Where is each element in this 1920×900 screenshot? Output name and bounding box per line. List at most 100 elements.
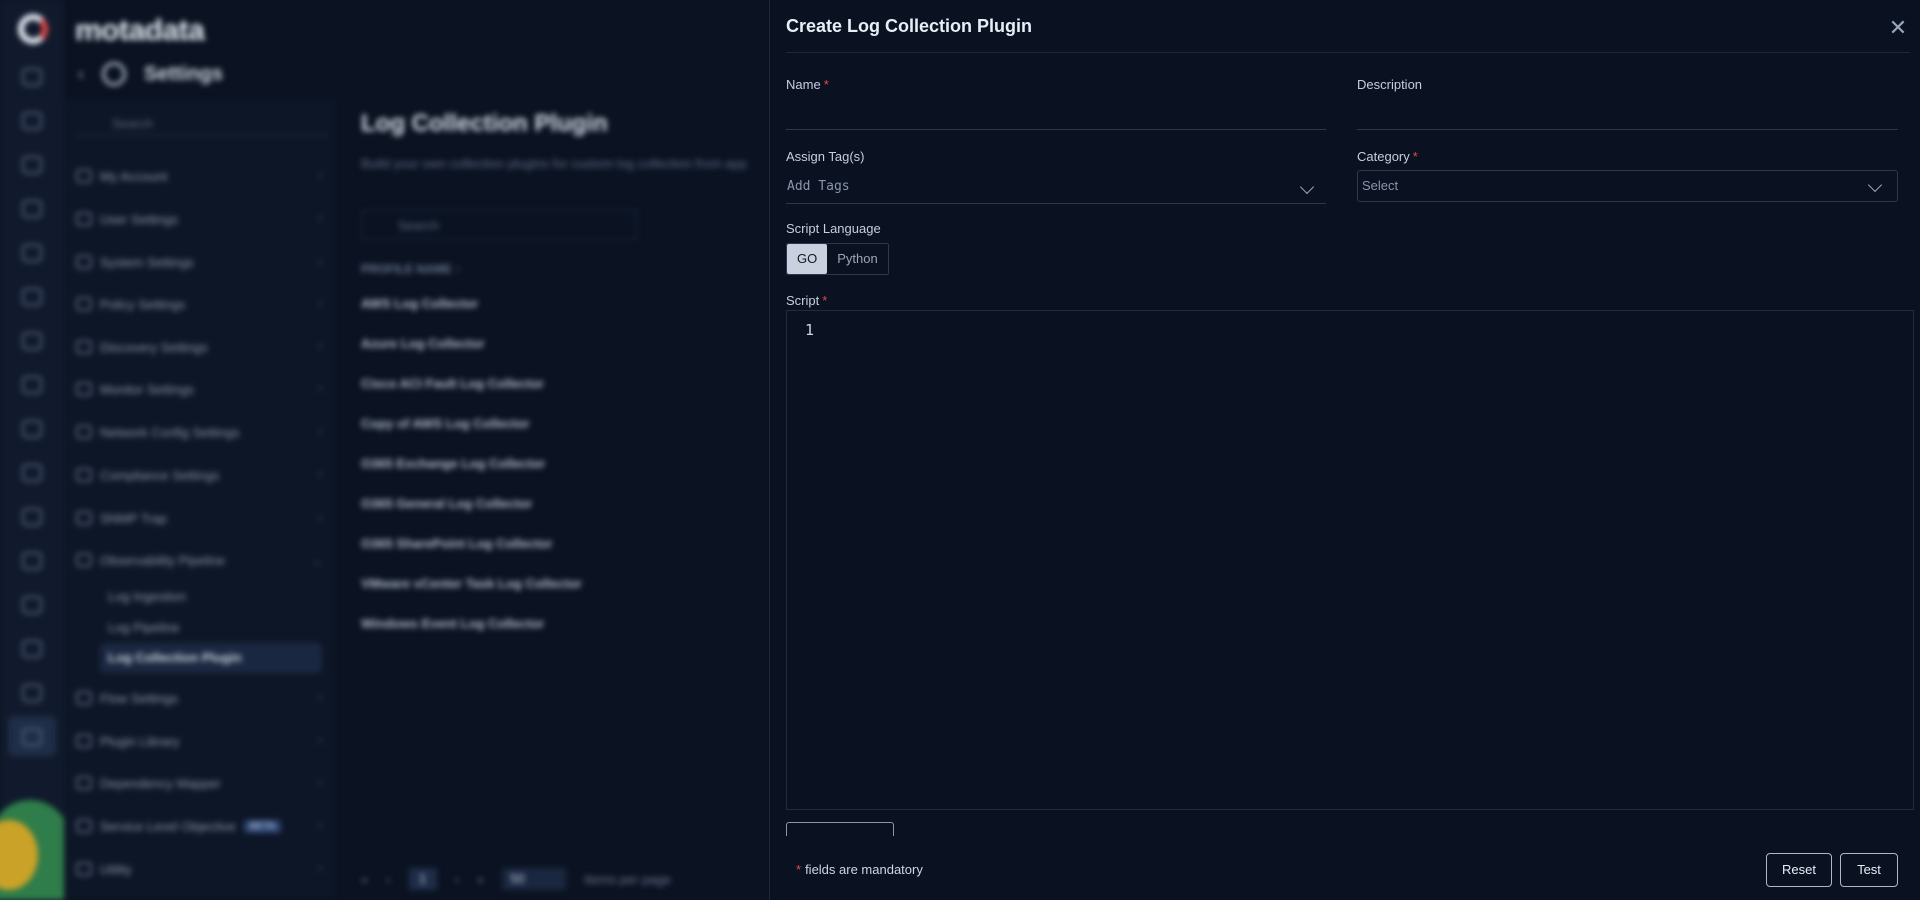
page-number[interactable]: 1 [408,868,437,890]
name-input[interactable] [786,104,1326,130]
back-icon[interactable]: ‹ [78,64,84,85]
table-row[interactable]: O365 SharePoint Log Collector [361,536,552,551]
last-page-icon[interactable]: » [477,872,484,887]
network-config-icon [76,425,92,439]
sidebar-item-observability-pipeline[interactable]: Observability Pipeline ⌄ [76,548,326,572]
system-icon [76,255,92,269]
sidebar-item-slo[interactable]: Service Level Objective BETA › [76,814,326,838]
report-icon[interactable] [22,376,42,394]
drawer-divider [786,52,1910,53]
table-row[interactable]: O365 Exchange Log Collector [361,456,545,471]
sidebar-item-flow-settings[interactable]: Flow Settings › [76,686,326,710]
sidebar-item-discovery-settings[interactable]: Discovery Settings › [76,335,326,359]
sidebar-subitem-log-collection-plugin[interactable]: Log Collection Plugin [100,643,322,673]
desktop-icon[interactable] [22,508,42,526]
background-app: motadata ‹ Settings Search My Account › U… [0,0,769,900]
page-title: Log Collection Plugin [361,110,608,137]
column-header-profile-name[interactable]: PROFILE NAME ↑ [361,262,461,276]
pagination: « ‹ 1 › » 50 Items per page [361,868,671,890]
table-row[interactable]: Windows Event Log Collector [361,616,544,631]
script-label: Script * [786,293,828,308]
network-icon[interactable] [22,288,42,306]
table-row[interactable]: Cisco ACI Fault Log Collector [361,376,544,391]
category-select[interactable]: Select [1357,170,1898,202]
sidebar-subitem-log-pipeline[interactable]: Log Pipeline [108,620,180,635]
pipeline-icon [76,553,92,567]
sidebar-subitem-log-ingestion[interactable]: Log Ingestion [108,589,186,604]
sidebar-item-network-config[interactable]: Network Config Settings › [76,420,326,444]
monitor-icon[interactable] [22,112,42,130]
chevron-right-icon: › [318,426,322,438]
table-row[interactable]: AWS Log Collector [361,296,478,311]
monitor-settings-icon [76,382,92,396]
profile-search-input[interactable]: Search [361,210,637,240]
partially-visible-button[interactable] [786,822,894,836]
sidebar-item-system-settings[interactable]: System Settings › [76,250,326,274]
sidebar-item-snmp-trap[interactable]: SNMP Trap › [76,506,326,530]
chevron-right-icon: › [318,692,322,704]
sidebar-item-utility[interactable]: Utility › [76,857,326,881]
brand-logo: motadata [75,14,205,47]
sidebar-item-my-account[interactable]: My Account › [76,164,326,188]
chevron-down-icon: ⌄ [312,554,322,567]
settings-icon[interactable] [22,728,42,746]
language-option-go[interactable]: GO [787,244,828,274]
chevron-right-icon: › [318,383,322,395]
language-option-python[interactable]: Python [827,244,887,274]
chevron-right-icon: › [318,863,322,875]
mandatory-note: * fields are mandatory [796,862,923,877]
gear-icon [102,62,126,86]
snmp-icon [76,511,92,525]
sidebar-item-policy-settings[interactable]: Policy Settings › [76,292,326,316]
log-icon[interactable] [22,244,42,262]
document-icon[interactable] [22,464,42,482]
topology-icon[interactable] [22,200,42,218]
chat-icon[interactable] [22,552,42,570]
users-icon [76,212,92,226]
required-asterisk: * [822,293,828,308]
per-page-select[interactable]: 50 [502,868,567,890]
chart-icon[interactable] [22,420,42,438]
description-input[interactable] [1357,104,1898,130]
drawer-title: Create Log Collection Plugin [786,16,1033,36]
sidebar-item-compliance[interactable]: Compliance Settings › [76,463,326,487]
sidebar-item-dependency-mapper[interactable]: Dependency Mapper › [76,771,326,795]
editor-line-number: 1 [805,321,815,339]
chevron-right-icon: › [318,512,322,524]
table-row[interactable]: VMware vCenter Task Log Collector [361,576,582,591]
alert-icon[interactable] [22,156,42,174]
flow-icon[interactable] [22,332,42,350]
table-row[interactable]: Azure Log Collector [361,336,485,351]
test-button[interactable]: Test [1840,853,1898,887]
tags-input[interactable]: Add Tags [786,174,1326,204]
description-label: Description [1357,77,1423,92]
table-row[interactable]: O365 General Log Collector [361,496,532,511]
section-title: Settings [144,62,223,85]
plugin-icon [76,734,92,748]
prev-page-icon[interactable]: ‹ [386,872,390,887]
flow-settings-icon [76,691,92,705]
reset-button[interactable]: Reset [1766,853,1832,887]
first-page-icon[interactable]: « [361,872,368,887]
sidebar-search-input[interactable]: Search [76,112,328,136]
tags-label: Assign Tag(s) [786,149,865,164]
per-page-label: Items per page [584,871,671,887]
file-icon[interactable] [22,684,42,702]
user-tree-icon[interactable] [22,596,42,614]
script-editor[interactable]: 1 [786,310,1914,810]
sidebar-item-plugin-library[interactable]: Plugin Library › [76,729,326,753]
sidebar-item-user-settings[interactable]: User Settings › [76,207,326,231]
required-asterisk: * [1412,149,1418,164]
script-language-toggle: GO Python [786,243,889,275]
sidebar-item-monitor-settings[interactable]: Monitor Settings › [76,377,326,401]
dependency-icon [76,776,92,790]
table-row[interactable]: Copy of AWS Log Collector [361,416,530,431]
create-plugin-drawer: Create Log Collection Plugin ✕ Name * Des… [769,0,1920,900]
dashboard-icon[interactable] [22,68,42,86]
close-icon[interactable]: ✕ [1886,16,1910,40]
cloud-icon[interactable] [22,640,42,658]
discovery-icon [76,340,92,354]
next-page-icon[interactable]: › [455,872,459,887]
chevron-right-icon: › [318,469,322,481]
app-logo-icon [18,14,48,44]
